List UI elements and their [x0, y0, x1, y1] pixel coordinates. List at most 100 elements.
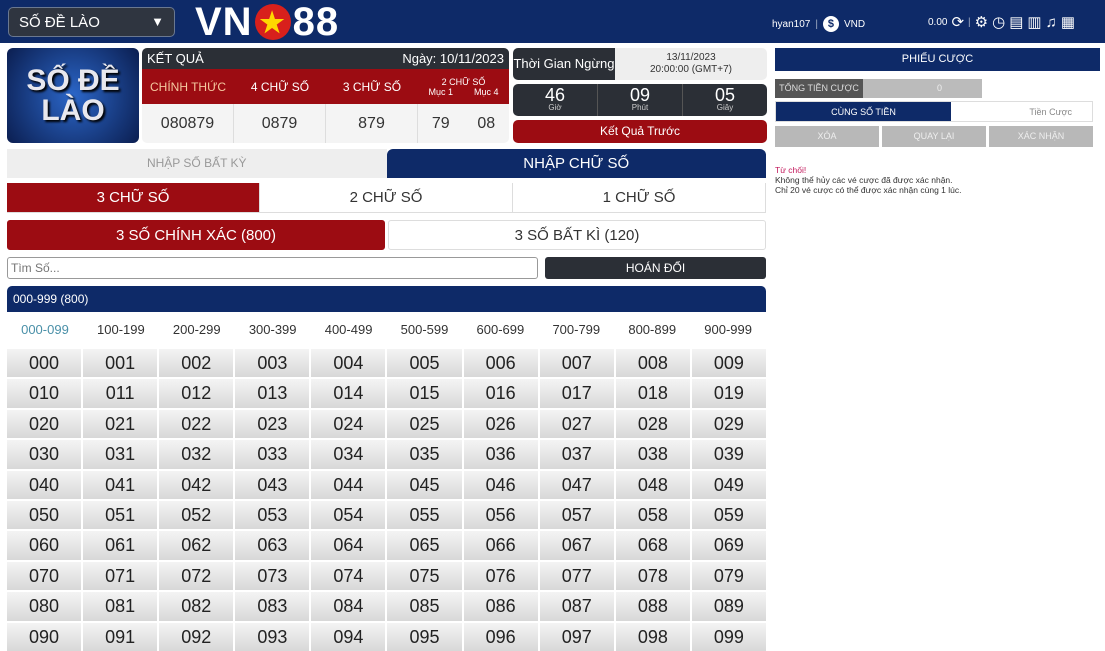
tab-1-digit[interactable]: 1 CHỮ SỐ [513, 183, 766, 212]
number-cell[interactable]: 061 [83, 531, 158, 560]
tab-3-digit[interactable]: 3 CHỮ SỐ [7, 183, 260, 212]
number-cell[interactable]: 068 [615, 531, 690, 560]
number-cell[interactable]: 010 [7, 379, 82, 408]
number-cell[interactable]: 017 [539, 379, 614, 408]
number-cell[interactable]: 041 [83, 470, 158, 499]
number-cell[interactable]: 012 [159, 379, 234, 408]
game-select[interactable]: SỐ ĐỀ LÀO ▼ [8, 7, 175, 37]
number-cell[interactable]: 013 [235, 379, 310, 408]
tab-any[interactable]: 3 SỐ BẤT KÌ (120) [388, 220, 766, 250]
number-cell[interactable]: 090 [7, 622, 82, 651]
number-cell[interactable]: 093 [235, 622, 310, 651]
number-cell[interactable]: 021 [83, 409, 158, 439]
range-tab[interactable]: 000-099 [7, 320, 83, 340]
number-cell[interactable]: 030 [7, 440, 82, 469]
number-cell[interactable]: 035 [387, 440, 462, 469]
number-cell[interactable]: 028 [615, 409, 690, 439]
number-cell[interactable]: 022 [159, 409, 234, 439]
clipboard-icon[interactable]: ▥ [1027, 13, 1041, 31]
number-cell[interactable]: 088 [615, 592, 690, 621]
range-tab[interactable]: 900-999 [690, 320, 766, 340]
number-cell[interactable]: 064 [311, 531, 386, 560]
range-tab[interactable]: 400-499 [311, 320, 387, 340]
number-cell[interactable]: 078 [615, 561, 690, 591]
number-cell[interactable]: 024 [311, 409, 386, 439]
number-cell[interactable]: 071 [83, 561, 158, 591]
number-cell[interactable]: 096 [463, 622, 538, 651]
previous-result-button[interactable]: Kết Quả Trước [513, 120, 767, 143]
same-amount-toggle[interactable]: CÙNG SỐ TIỀN [776, 102, 951, 121]
settings-icon[interactable]: ⚙ [975, 13, 988, 31]
number-cell[interactable]: 098 [615, 622, 690, 651]
number-cell[interactable]: 025 [387, 409, 462, 439]
number-cell[interactable]: 008 [615, 349, 690, 378]
bet-amount-input[interactable]: Tiền Cược [951, 102, 1092, 121]
number-cell[interactable]: 089 [691, 592, 766, 621]
number-cell[interactable]: 052 [159, 500, 234, 530]
number-cell[interactable]: 099 [691, 622, 766, 651]
number-cell[interactable]: 004 [311, 349, 386, 378]
number-cell[interactable]: 003 [235, 349, 310, 378]
number-cell[interactable]: 019 [691, 379, 766, 408]
range-tab[interactable]: 600-699 [462, 320, 538, 340]
number-cell[interactable]: 067 [539, 531, 614, 560]
range-tab[interactable]: 100-199 [83, 320, 159, 340]
number-cell[interactable]: 072 [159, 561, 234, 591]
book-icon[interactable]: ▦ [1061, 13, 1075, 31]
tab-2-digit[interactable]: 2 CHỮ SỐ [260, 183, 513, 212]
number-cell[interactable]: 038 [615, 440, 690, 469]
number-cell[interactable]: 095 [387, 622, 462, 651]
number-cell[interactable]: 069 [691, 531, 766, 560]
number-cell[interactable]: 043 [235, 470, 310, 499]
number-cell[interactable]: 079 [691, 561, 766, 591]
tab-any-number[interactable]: NHẬP SỐ BẤT KỲ [7, 149, 387, 178]
number-cell[interactable]: 023 [235, 409, 310, 439]
number-cell[interactable]: 039 [691, 440, 766, 469]
number-cell[interactable]: 033 [235, 440, 310, 469]
number-cell[interactable]: 085 [387, 592, 462, 621]
number-cell[interactable]: 015 [387, 379, 462, 408]
number-cell[interactable]: 002 [159, 349, 234, 378]
number-cell[interactable]: 097 [539, 622, 614, 651]
vn88-logo[interactable]: VN ★ 88 [195, 0, 339, 44]
range-tab[interactable]: 700-799 [538, 320, 614, 340]
number-cell[interactable]: 084 [311, 592, 386, 621]
number-cell[interactable]: 036 [463, 440, 538, 469]
number-cell[interactable]: 065 [387, 531, 462, 560]
number-cell[interactable]: 031 [83, 440, 158, 469]
tab-exact[interactable]: 3 SỐ CHÍNH XÁC (800) [7, 220, 385, 250]
number-cell[interactable]: 059 [691, 500, 766, 530]
number-cell[interactable]: 037 [539, 440, 614, 469]
back-button[interactable]: QUAY LẠI [882, 126, 986, 147]
number-cell[interactable]: 050 [7, 500, 82, 530]
number-cell[interactable]: 044 [311, 470, 386, 499]
number-cell[interactable]: 053 [235, 500, 310, 530]
number-cell[interactable]: 001 [83, 349, 158, 378]
number-cell[interactable]: 081 [83, 592, 158, 621]
range-tab[interactable]: 300-399 [235, 320, 311, 340]
tab-enter-digits[interactable]: NHẬP CHỮ SỐ [386, 149, 766, 178]
search-input[interactable] [7, 257, 538, 279]
number-cell[interactable]: 087 [539, 592, 614, 621]
number-cell[interactable]: 062 [159, 531, 234, 560]
confirm-button[interactable]: XÁC NHẬN [989, 126, 1093, 147]
number-cell[interactable]: 029 [691, 409, 766, 439]
range-tab[interactable]: 200-299 [159, 320, 235, 340]
number-cell[interactable]: 070 [7, 561, 82, 591]
number-cell[interactable]: 083 [235, 592, 310, 621]
number-cell[interactable]: 080 [7, 592, 82, 621]
number-cell[interactable]: 091 [83, 622, 158, 651]
number-cell[interactable]: 086 [463, 592, 538, 621]
number-cell[interactable]: 094 [311, 622, 386, 651]
number-cell[interactable]: 018 [615, 379, 690, 408]
number-cell[interactable]: 020 [7, 409, 82, 439]
swap-button[interactable]: HOÁN ĐỔI [545, 257, 766, 279]
number-cell[interactable]: 051 [83, 500, 158, 530]
number-cell[interactable]: 040 [7, 470, 82, 499]
number-cell[interactable]: 092 [159, 622, 234, 651]
number-cell[interactable]: 014 [311, 379, 386, 408]
number-cell[interactable]: 082 [159, 592, 234, 621]
number-cell[interactable]: 007 [539, 349, 614, 378]
number-cell[interactable]: 011 [83, 379, 158, 408]
number-cell[interactable]: 009 [691, 349, 766, 378]
